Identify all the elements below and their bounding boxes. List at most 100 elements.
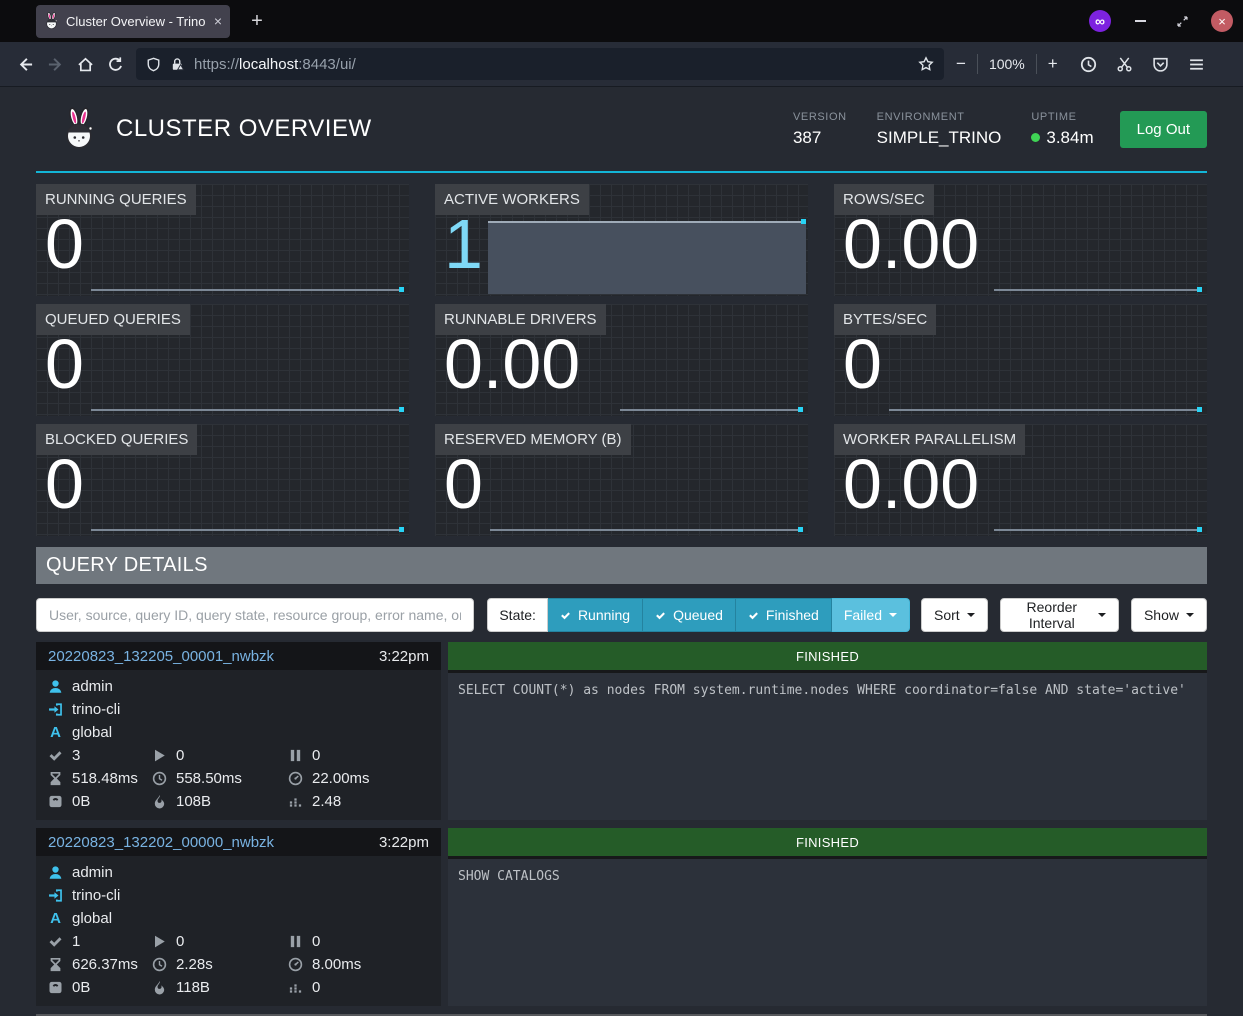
- query-source: trino-cli: [48, 884, 429, 907]
- sparkline: [889, 409, 1201, 411]
- query-row-header: 20220823_132205_00001_nwbzk 3:22pm: [36, 642, 441, 670]
- uptime-info: UPTIME 3.84m: [1031, 111, 1093, 148]
- check-metric: 1: [48, 930, 152, 953]
- filter-running-button[interactable]: Running: [548, 598, 643, 632]
- query-resource-group: Aglobal: [48, 907, 429, 930]
- chart-icon: [288, 980, 303, 995]
- clock-icon: [152, 957, 167, 972]
- sparkline: [620, 409, 802, 411]
- stat-card: WORKER PARALLELISM 0.00: [834, 424, 1207, 536]
- query-row: 20220823_132202_00000_nwbzk 3:22pm FINIS…: [36, 828, 1207, 1006]
- stat-label: BLOCKED QUERIES: [36, 424, 197, 455]
- filter-finished-button[interactable]: Finished: [736, 598, 832, 632]
- minimize-button[interactable]: [1127, 8, 1153, 34]
- scale-icon: [48, 794, 63, 809]
- filter-failed-dropdown[interactable]: Failed: [832, 598, 910, 632]
- query-user: admin: [48, 861, 429, 884]
- search-input[interactable]: [36, 598, 474, 632]
- zoom-level[interactable]: 100%: [989, 56, 1025, 72]
- user-icon: [48, 865, 63, 880]
- fire-icon: [152, 980, 167, 995]
- stat-label: RUNNABLE DRIVERS: [435, 304, 606, 335]
- forward-button[interactable]: [40, 49, 70, 79]
- stat-value: 0.00: [843, 208, 979, 281]
- pocket-icon[interactable]: [1146, 49, 1176, 79]
- query-sql[interactable]: SELECT COUNT(*) as nodes FROM system.run…: [448, 670, 1207, 820]
- url-bar[interactable]: https://localhost:8443/ui/: [136, 48, 944, 80]
- fire-metric: 118B: [152, 976, 288, 999]
- logout-button[interactable]: Log Out: [1120, 111, 1207, 148]
- tab-title: Cluster Overview - Trino: [66, 14, 207, 29]
- sparkline-area: [488, 221, 806, 294]
- sparkline-dot: [399, 407, 404, 412]
- zoom-in-button[interactable]: +: [1048, 54, 1058, 74]
- login-icon: [48, 702, 63, 717]
- stat-value: 1: [444, 208, 483, 281]
- state-filter-group: State: Running Queued Finished Failed: [487, 598, 910, 632]
- show-dropdown[interactable]: Show: [1131, 598, 1207, 632]
- pause-metric: 0: [288, 744, 429, 767]
- sparkline: [91, 289, 403, 291]
- clock-metric: 558.50ms: [152, 767, 288, 790]
- play-metric: 0: [152, 930, 288, 953]
- chart-metric: 2.48: [288, 790, 429, 813]
- environment-info: ENVIRONMENT SIMPLE_TRINO: [877, 111, 1002, 148]
- reload-button[interactable]: [100, 49, 130, 79]
- new-tab-button[interactable]: +: [244, 8, 270, 34]
- query-row-header: 20220823_132202_00000_nwbzk 3:22pm: [36, 828, 441, 856]
- play-icon: [152, 748, 167, 763]
- browser-navbar: https://localhost:8443/ui/ − 100% +: [0, 42, 1243, 87]
- query-user: admin: [48, 675, 429, 698]
- play-icon: [152, 934, 167, 949]
- tracking-shield-icon[interactable]: [146, 57, 161, 72]
- browser-titlebar: Cluster Overview - Trino × + ∞ ×: [0, 0, 1243, 42]
- gauge-icon: [288, 771, 303, 786]
- scale-metric: 0B: [48, 976, 152, 999]
- sparkline-dot: [798, 527, 803, 532]
- close-window-button[interactable]: ×: [1211, 10, 1233, 32]
- history-icon[interactable]: [1074, 49, 1104, 79]
- query-sql[interactable]: SHOW CATALOGS: [448, 856, 1207, 1006]
- maximize-button[interactable]: [1169, 8, 1195, 34]
- sparkline: [91, 409, 403, 411]
- page-title: CLUSTER OVERVIEW: [116, 115, 372, 143]
- query-id-link[interactable]: 20220823_132202_00000_nwbzk: [48, 834, 274, 851]
- sparkline-dot: [1197, 527, 1202, 532]
- chart-metric: 0: [288, 976, 429, 999]
- back-button[interactable]: [10, 49, 40, 79]
- tab-close-icon[interactable]: ×: [214, 13, 222, 29]
- sparkline-dot: [399, 287, 404, 292]
- filter-queued-button[interactable]: Queued: [643, 598, 736, 632]
- screenshot-tool-icon[interactable]: [1110, 49, 1140, 79]
- state-filter-label: State:: [487, 598, 548, 632]
- gauge-icon: [288, 957, 303, 972]
- lock-warning-icon[interactable]: [170, 57, 185, 72]
- version-info: VERSION 387: [793, 111, 847, 148]
- query-time: 3:22pm: [379, 648, 429, 665]
- stat-label: ACTIVE WORKERS: [435, 184, 589, 215]
- query-id-link[interactable]: 20220823_132205_00001_nwbzk: [48, 648, 274, 665]
- font-icon: A: [48, 911, 63, 926]
- scale-metric: 0B: [48, 790, 152, 813]
- login-icon: [48, 888, 63, 903]
- bookmark-star-icon[interactable]: [918, 56, 934, 72]
- stat-card: BLOCKED QUERIES 0: [36, 424, 409, 536]
- home-button[interactable]: [70, 49, 100, 79]
- reorder-interval-dropdown[interactable]: Reorder Interval: [1000, 598, 1119, 632]
- stat-card: RUNNABLE DRIVERS 0.00: [435, 304, 808, 416]
- stat-label: WORKER PARALLELISM: [834, 424, 1025, 455]
- hourglass-icon: [48, 957, 63, 972]
- chevron-down-icon: [1186, 613, 1194, 617]
- font-icon: A: [48, 725, 63, 740]
- sparkline-dot: [1197, 407, 1202, 412]
- url-text: https://localhost:8443/ui/: [194, 56, 356, 73]
- sort-dropdown[interactable]: Sort: [921, 598, 988, 632]
- menu-icon[interactable]: [1182, 49, 1212, 79]
- play-metric: 0: [152, 744, 288, 767]
- stat-card: RUNNING QUERIES 0: [36, 184, 409, 296]
- query-meta: admin trino-cli Aglobal 100626.37ms2.28s…: [36, 856, 441, 1006]
- query-metrics: 300518.48ms558.50ms22.00ms0B108B2.48: [48, 744, 429, 813]
- query-metrics: 100626.37ms2.28s8.00ms0B118B0: [48, 930, 429, 999]
- zoom-out-button[interactable]: −: [956, 54, 966, 74]
- browser-tab[interactable]: Cluster Overview - Trino ×: [36, 5, 230, 38]
